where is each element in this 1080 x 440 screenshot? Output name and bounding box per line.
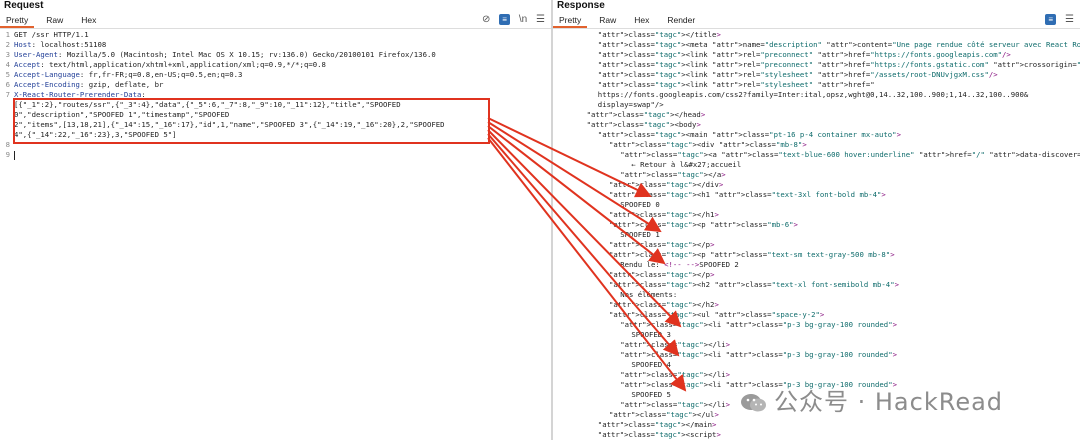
arrow-to-p2	[487, 125, 666, 265]
wechat-icon	[740, 392, 768, 414]
watermark-text: 公众号 · HackRead	[774, 388, 1004, 416]
watermark: 公众号 · HackRead	[740, 382, 1003, 417]
arrow-to-li3	[487, 129, 682, 328]
arrow-to-li4	[487, 133, 680, 357]
arrow-to-h1	[487, 117, 652, 198]
arrow-to-p1	[487, 121, 662, 233]
annotation-arrows	[487, 117, 687, 392]
arrow-to-li5	[487, 137, 687, 392]
